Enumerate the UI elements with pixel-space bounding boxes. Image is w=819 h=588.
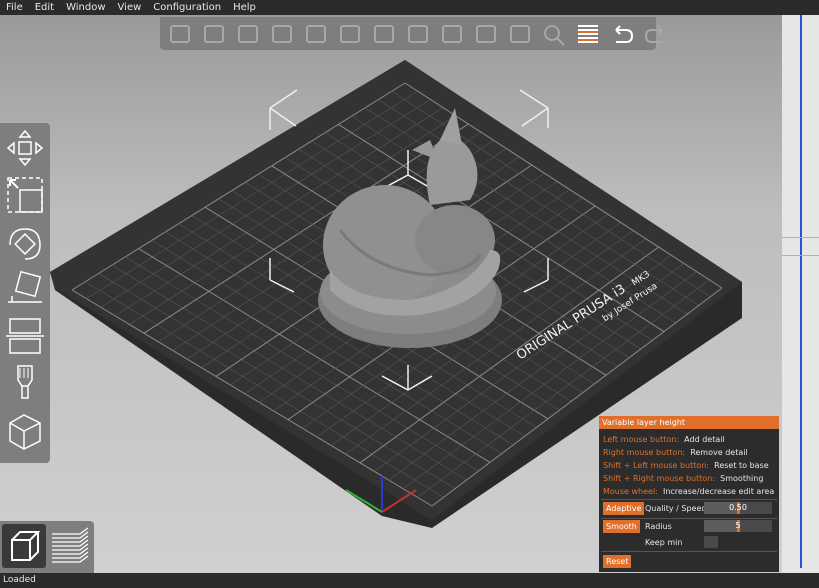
variable-layer-height-icon — [578, 24, 598, 43]
help-line: Right mouse button: Remove detail — [603, 447, 748, 459]
radius-value: 5 — [735, 521, 741, 530]
split-parts-button[interactable] — [472, 21, 500, 47]
add-instance-button[interactable] — [370, 21, 398, 47]
undo-button[interactable] — [608, 21, 636, 47]
help-desc: Smoothing — [720, 474, 764, 483]
profile-divider — [782, 237, 819, 238]
smooth-button[interactable]: Smooth — [603, 520, 640, 533]
divider — [601, 518, 777, 519]
menu-file[interactable]: File — [0, 0, 29, 15]
remove-instance-icon — [408, 24, 428, 43]
divider — [601, 551, 777, 552]
layer-height-profile-panel[interactable] — [782, 15, 819, 573]
help-key: Shift + Right mouse button: — [603, 474, 716, 483]
move-icon — [6, 129, 44, 167]
help-line: Mouse wheel: Increase/decrease edit area — [603, 486, 774, 498]
3d-view-button[interactable] — [2, 524, 46, 568]
menu-configuration[interactable]: Configuration — [147, 0, 227, 15]
cube-icon — [11, 531, 41, 561]
delete-button[interactable] — [200, 21, 228, 47]
radius-label: Radius — [645, 522, 672, 531]
scale-icon — [7, 177, 43, 213]
split-objects-icon — [442, 24, 462, 43]
radius-slider[interactable]: 5 — [704, 520, 772, 532]
rotate-tool-button[interactable] — [4, 221, 46, 263]
vlh-title: Variable layer height — [599, 416, 779, 429]
seam-painting-icon — [9, 414, 41, 450]
delete-all-icon — [238, 24, 258, 43]
profile-divider — [782, 255, 819, 256]
adaptive-button[interactable]: Adaptive — [603, 502, 645, 515]
menu-window[interactable]: Window — [60, 0, 111, 15]
help-key: Mouse wheel: — [603, 487, 658, 496]
support-painting-icon — [17, 365, 33, 399]
help-desc: Remove detail — [690, 448, 748, 457]
status-bar: Loaded — [0, 573, 819, 588]
move-tool-button[interactable] — [4, 127, 46, 169]
redo-icon — [644, 24, 663, 43]
help-desc: Reset to base — [714, 461, 769, 470]
menu-help[interactable]: Help — [227, 0, 262, 15]
quality-speed-slider[interactable]: 0.50 — [704, 502, 772, 514]
add-instance-icon — [374, 24, 394, 43]
reset-button[interactable]: Reset — [603, 555, 632, 568]
arrange-button[interactable] — [268, 21, 296, 47]
scale-tool-button[interactable] — [4, 174, 46, 216]
quality-speed-value: 0.50 — [729, 503, 747, 512]
arrange-icon — [272, 24, 292, 43]
left-toolbar — [0, 123, 50, 463]
menu-view[interactable]: View — [112, 0, 148, 15]
place-on-face-tool-button[interactable] — [4, 268, 46, 310]
delete-all-button[interactable] — [234, 21, 262, 47]
layers-editing-icon — [510, 24, 530, 43]
copy-icon — [306, 24, 326, 43]
help-key: Shift + Left mouse button: — [603, 461, 710, 470]
help-key: Right mouse button: — [603, 448, 686, 457]
cut-tool-button[interactable] — [4, 315, 46, 357]
add-button[interactable] — [166, 21, 194, 47]
search-icon — [544, 24, 565, 46]
help-line: Left mouse button: Add detail — [603, 434, 725, 446]
seam-painting-tool-button[interactable] — [4, 409, 46, 451]
keep-min-label: Keep min — [645, 538, 683, 547]
help-key: Left mouse button: — [603, 435, 680, 444]
layers-editing-button[interactable] — [506, 21, 534, 47]
help-line: Shift + Right mouse button: Smoothing — [603, 473, 763, 485]
keep-min-checkbox[interactable] — [704, 536, 718, 548]
top-toolbar — [160, 17, 663, 50]
layers-preview-icon — [52, 527, 89, 563]
variable-layer-height-button[interactable] — [574, 21, 602, 47]
split-parts-icon — [476, 24, 496, 43]
layer-profile-line — [800, 15, 802, 568]
undo-icon — [615, 24, 634, 43]
variable-layer-height-panel: Variable layer height Left mouse button:… — [599, 416, 779, 572]
quality-speed-label: Quality / Speed — [645, 504, 707, 513]
help-line: Shift + Left mouse button: Reset to base — [603, 460, 769, 472]
remove-instance-button[interactable] — [404, 21, 432, 47]
paste-button[interactable] — [336, 21, 364, 47]
rotate-icon — [9, 228, 41, 260]
search-button[interactable] — [540, 21, 568, 47]
preview-button[interactable] — [48, 524, 92, 568]
paste-icon — [340, 24, 360, 43]
divider — [601, 499, 777, 500]
delete-icon — [204, 24, 224, 43]
support-painting-tool-button[interactable] — [4, 362, 46, 404]
split-objects-button[interactable] — [438, 21, 466, 47]
view-toggle-panel — [0, 521, 94, 573]
copy-button[interactable] — [302, 21, 330, 47]
redo-button[interactable] — [642, 21, 670, 47]
place-on-face-icon — [8, 270, 42, 303]
help-desc: Add detail — [684, 435, 725, 444]
cut-icon — [6, 318, 44, 354]
menu-edit[interactable]: Edit — [29, 0, 60, 15]
menu-bar: File Edit Window View Configuration Help — [0, 0, 819, 15]
help-desc: Increase/decrease edit area — [662, 487, 775, 496]
add-icon — [170, 24, 190, 43]
